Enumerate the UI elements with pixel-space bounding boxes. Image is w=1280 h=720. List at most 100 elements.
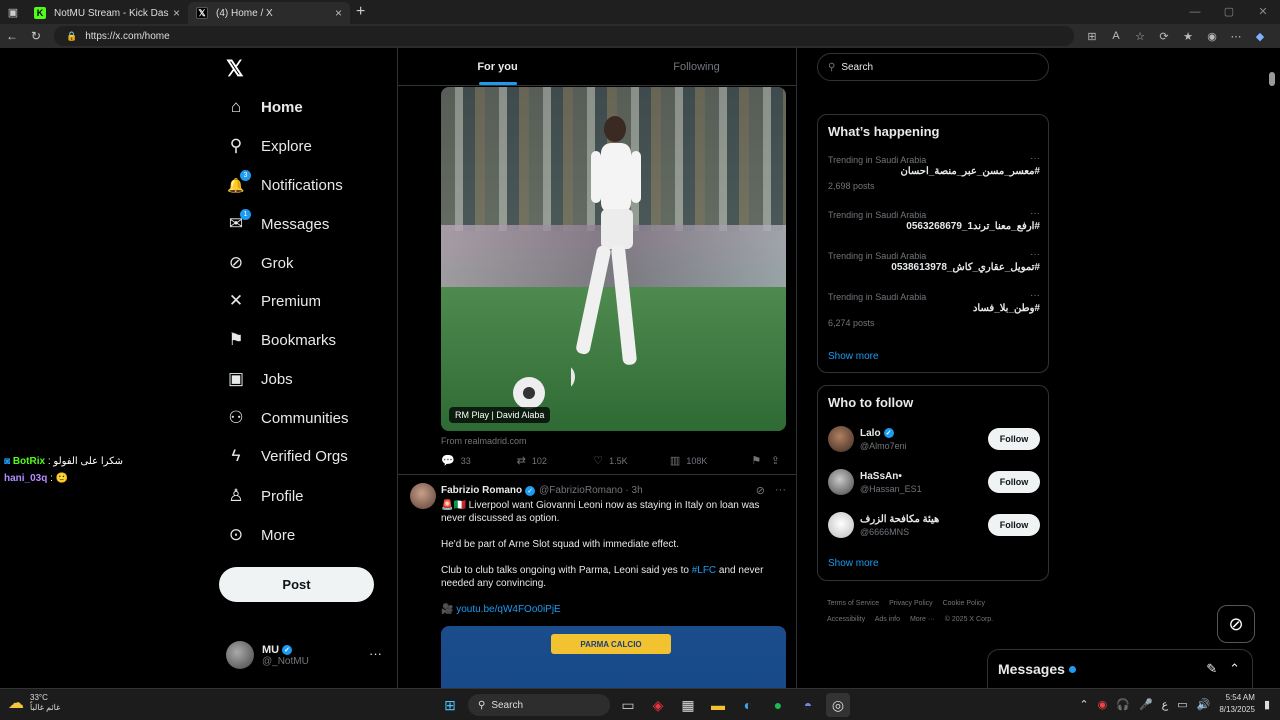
expand-chevron-icon[interactable]: ⌃ [1229, 661, 1240, 677]
chevron-up-icon[interactable]: ⌃ [1079, 698, 1088, 711]
nav-premium[interactable]: ✕ Premium [226, 286, 321, 316]
nav-communities[interactable]: ⚇ Communities [226, 403, 348, 433]
tab-following[interactable]: Following [597, 48, 796, 85]
nav-jobs[interactable]: ▣ Jobs [226, 364, 293, 394]
collections-icon[interactable]: ★ [1176, 30, 1200, 43]
nav-profile[interactable]: ♙ Profile [226, 481, 303, 511]
microphone-icon[interactable]: 🎤 [1139, 698, 1153, 711]
share-button[interactable]: ⇪ [771, 454, 786, 467]
follow-button[interactable]: Follow [988, 514, 1040, 536]
maximize-icon[interactable]: ▢ [1212, 0, 1246, 24]
search-input[interactable]: ⚲ Search [817, 53, 1049, 81]
trend-item[interactable]: Trending in Saudi Arabia ··· #وطن_بلا_فس… [828, 290, 1040, 328]
discord-icon[interactable]: ◓ [796, 693, 820, 717]
tweet-media-image[interactable]: RM Play | David Alaba [441, 87, 786, 431]
language-indicator[interactable]: ع [1162, 698, 1169, 711]
youtube-link[interactable]: youtu.be/qW4FOo0iPjE [456, 604, 561, 615]
headset-icon[interactable]: 🎧 [1116, 698, 1130, 711]
close-tab-icon[interactable]: × [335, 6, 342, 20]
task-view-icon[interactable]: ▭ [616, 693, 640, 717]
like-button[interactable]: ♡ 1.5K [593, 454, 670, 467]
follow-button[interactable]: Follow [988, 471, 1040, 493]
close-window-icon[interactable]: ✕ [1246, 0, 1280, 24]
app-icon[interactable]: ◈ [646, 693, 670, 717]
follow-suggestion[interactable]: HaSsAn• @Hassan_ES1 Follow [828, 467, 1040, 497]
network-icon[interactable]: ▭ [1177, 698, 1187, 711]
nav-verified-orgs[interactable]: ϟ Verified Orgs [226, 441, 348, 471]
read-aloud-icon[interactable]: A [1104, 30, 1128, 43]
more-dots-icon[interactable]: ··· [1030, 249, 1040, 260]
trend-item[interactable]: Trending in Saudi Arabia ··· #تمويل_عقار… [828, 249, 1040, 273]
taskbar-search[interactable]: ⚲ Search [468, 694, 610, 716]
nav-home[interactable]: ⌂ Home [226, 92, 303, 122]
nav-grok[interactable]: ⊘ Grok [226, 248, 294, 278]
hashtag-link[interactable]: #LFC [692, 565, 716, 576]
footer-link[interactable]: Terms of Service [827, 600, 879, 607]
more-dots-icon[interactable]: ··· [369, 646, 382, 661]
author-name[interactable]: Fabrizio Romano [441, 485, 522, 496]
follow-suggestion[interactable]: Lalo ✓ @Almo7eni Follow [828, 424, 1040, 454]
footer-more-link[interactable]: More ··· [910, 616, 935, 623]
new-message-icon[interactable]: ✎ [1206, 661, 1217, 677]
nav-explore[interactable]: ⚲ Explore [226, 131, 312, 161]
favorite-star-icon[interactable]: ☆ [1128, 30, 1152, 43]
tab-x-home[interactable]: 𝕏 (4) Home / X × [188, 2, 350, 24]
address-bar[interactable]: 🔒 https://x.com/home [54, 26, 1074, 46]
author-handle[interactable]: @FabrizioRomano · 3h [539, 485, 643, 496]
link-source[interactable]: From realmadrid.com [441, 436, 527, 446]
more-dots-icon[interactable]: ··· [775, 484, 786, 497]
file-explorer-icon[interactable]: ▬ [706, 693, 730, 717]
nav-notifications[interactable]: 🔔 3 Notifications [226, 170, 343, 200]
footer-link[interactable]: Accessibility [827, 616, 865, 623]
more-dots-icon[interactable]: ··· [1030, 208, 1040, 219]
x-logo-icon[interactable]: 𝕏 [226, 56, 244, 82]
tweet-media-image[interactable]: PARMA CALCIO [441, 626, 786, 688]
show-more-trends-link[interactable]: Show more [828, 351, 879, 362]
notification-icon[interactable]: ▮ [1264, 698, 1270, 711]
nav-messages[interactable]: ✉ 1 Messages [226, 209, 329, 239]
bookmark-button[interactable]: ⚑ [751, 454, 770, 467]
follow-suggestion[interactable]: هيئة مكافحة الزرف @6666MNS Follow [828, 510, 1040, 540]
messages-drawer[interactable]: Messages ✎ ⌃ [987, 649, 1253, 688]
repost-button[interactable]: ⇄ 102 [517, 454, 594, 467]
sync-icon[interactable]: ⟳ [1152, 30, 1176, 43]
windows-start-icon[interactable]: ⊞ [438, 693, 462, 717]
trend-item[interactable]: Trending in Saudi Arabia ··· #ارفع_معنا_… [828, 208, 1040, 232]
follow-button[interactable]: Follow [988, 428, 1040, 450]
clock[interactable]: 5:54 AM 8/13/2025 [1219, 692, 1255, 716]
spotify-icon[interactable]: ● [766, 693, 790, 717]
weather-widget[interactable]: ☁ 33°C غائم غالباً [8, 693, 60, 713]
page-scrollbar[interactable] [1268, 48, 1276, 688]
account-switcher[interactable]: MU ✓ @_NotMU ··· [226, 640, 386, 670]
extensions-icon[interactable]: ⊞ [1080, 30, 1104, 43]
volume-icon[interactable]: 🔊 [1197, 698, 1211, 711]
settings-menu-icon[interactable]: ⋯ [1224, 30, 1248, 43]
tab-for-you[interactable]: For you [398, 48, 597, 85]
views-button[interactable]: ▥ 108K [670, 454, 751, 467]
footer-link[interactable]: Privacy Policy [889, 600, 933, 607]
avatar[interactable] [410, 483, 436, 509]
tray-app-icon[interactable]: ◉ [1098, 698, 1108, 711]
copilot-icon[interactable]: ◆ [1248, 30, 1272, 43]
more-dots-icon[interactable]: ··· [1030, 153, 1040, 164]
profile-icon[interactable]: ◉ [1200, 30, 1224, 43]
window-menu-icon[interactable]: ▣ [0, 0, 26, 24]
close-tab-icon[interactable]: × [173, 6, 180, 20]
refresh-icon[interactable]: ↻ [24, 29, 48, 43]
grok-floating-button[interactable]: ⊘ [1217, 605, 1255, 643]
nav-more[interactable]: ⊙ More [226, 520, 295, 550]
scrollbar-thumb[interactable] [1269, 72, 1275, 86]
post-button[interactable]: Post [219, 567, 374, 602]
footer-link[interactable]: Ads info [875, 616, 900, 623]
minimize-icon[interactable]: — [1178, 0, 1212, 24]
footer-link[interactable]: Cookie Policy [943, 600, 985, 607]
tab-kick-dashboard[interactable]: K NotMU Stream - Kick Dashboard × [26, 2, 188, 24]
reply-button[interactable]: 💬 33 [441, 454, 517, 467]
nav-bookmarks[interactable]: ⚑ Bookmarks [226, 325, 336, 355]
more-dots-icon[interactable]: ··· [1030, 290, 1040, 301]
new-tab-icon[interactable]: + [356, 3, 365, 21]
edge-icon[interactable]: ◐ [736, 693, 760, 717]
grok-icon[interactable]: ⊘ [756, 484, 765, 497]
back-icon[interactable]: ← [0, 29, 24, 43]
obs-icon[interactable]: ◎ [826, 693, 850, 717]
